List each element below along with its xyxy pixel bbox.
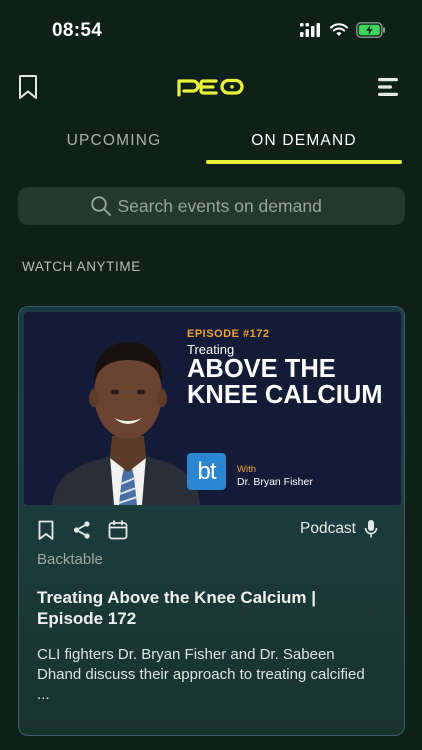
battery-charging-icon (356, 22, 385, 38)
bookmarks-button[interactable] (14, 72, 42, 102)
share-button[interactable] (71, 519, 93, 541)
search-input[interactable] (117, 195, 334, 217)
content-type: Podcast (300, 519, 378, 539)
episode-number: EPISODE #172 (187, 328, 270, 340)
menu-icon (378, 78, 398, 96)
calendar-icon (108, 520, 128, 540)
card-actions (35, 519, 129, 541)
signal-icon (300, 23, 320, 37)
top-bar (0, 62, 422, 114)
thumbnail-headline: ABOVE THE KNEE CALCIUM (187, 355, 383, 409)
event-card[interactable]: EPISODE #172 Treating ABOVE THE KNEE CAL… (18, 306, 405, 736)
bookmark-icon (38, 520, 54, 540)
share-icon (73, 521, 90, 539)
search-bar[interactable] (18, 187, 405, 225)
add-to-calendar-button[interactable] (107, 519, 129, 541)
section-heading: WATCH ANYTIME (22, 259, 141, 274)
status-icons (300, 22, 386, 38)
peo-logo (176, 76, 246, 98)
search-icon (90, 196, 111, 216)
event-source: Backtable (37, 551, 103, 568)
host-with-label: With (237, 464, 256, 475)
tab-upcoming[interactable]: UPCOMING (20, 122, 208, 168)
menu-button[interactable] (376, 76, 402, 98)
active-tab-indicator (206, 160, 402, 164)
content-type-label: Podcast (299, 520, 356, 537)
status-bar: 08:54 (0, 0, 422, 62)
microphone-icon (364, 520, 378, 538)
event-description: CLI fighters Dr. Bryan Fisher and Dr. Sa… (37, 646, 365, 703)
save-button[interactable] (35, 519, 57, 541)
host-name: Dr. Bryan Fisher (237, 476, 313, 488)
brand-logo: bt (187, 453, 226, 490)
event-title[interactable]: Treating Above the Knee Calcium | Episod… (37, 587, 377, 629)
wifi-icon (330, 23, 348, 36)
status-time: 08:54 (52, 20, 103, 41)
bookmark-icon (19, 75, 37, 99)
tab-bar: UPCOMING ON DEMAND (0, 122, 422, 168)
logo-mark (177, 78, 244, 97)
event-thumbnail[interactable]: EPISODE #172 Treating ABOVE THE KNEE CAL… (24, 312, 401, 505)
